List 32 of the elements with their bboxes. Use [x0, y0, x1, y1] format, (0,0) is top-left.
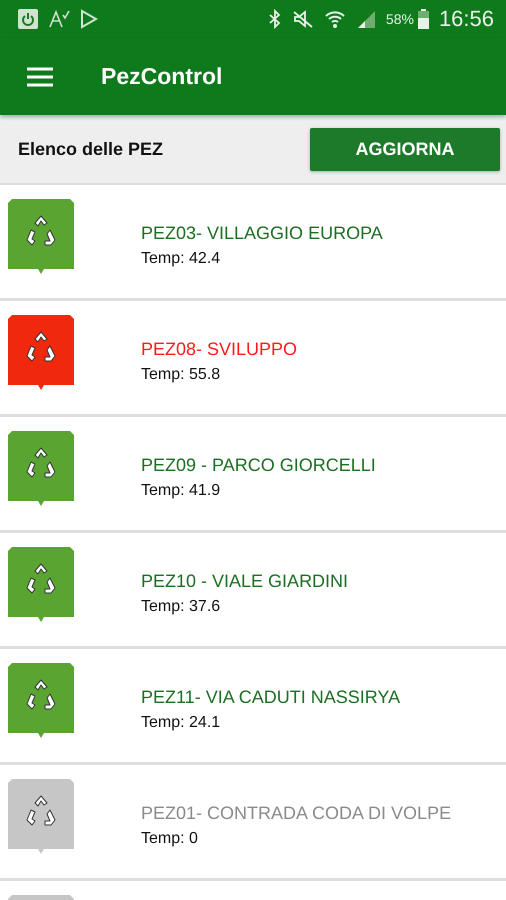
list-item[interactable]: PEZ11- VIA CADUTI NASSIRYA Temp: 24.1 [0, 649, 506, 765]
bluetooth-icon [268, 9, 282, 29]
mute-icon [292, 9, 314, 29]
temperature-text: Temp: 41.9 [141, 482, 222, 500]
play-store-icon [80, 9, 98, 29]
list-item[interactable]: PEZ10 - VIALE GIARDINI Temp: 37.6 [0, 533, 506, 649]
wifi-icon [324, 9, 346, 29]
station-name: PEZ03- VILLAGGIO EUROPA [141, 223, 383, 244]
list-item[interactable]: PEZ09 - PARCO GIORCELLI Temp: 41.9 [0, 417, 506, 533]
refresh-button[interactable]: AGGIORNA [310, 128, 500, 170]
temperature-text: Temp: 42.4 [141, 250, 222, 268]
temperature-text: Temp: 24.1 [141, 714, 222, 732]
list-item[interactable]: PEZ08- SVILUPPO Temp: 55.8 [0, 301, 506, 417]
temperature-text: Temp: 37.6 [141, 598, 222, 616]
station-name: PEZ09 - PARCO GIORCELLI [141, 455, 376, 476]
menu-icon[interactable] [27, 66, 53, 86]
power-icon [18, 9, 38, 29]
station-name: PEZ10 - VIALE GIARDINI [141, 571, 348, 592]
list-title: Elenco delle PEZ [18, 138, 164, 160]
list-item[interactable]: PEZ03- VILLAGGIO EUROPA Temp: 42.4 [0, 185, 506, 301]
temperature-text: Temp: 0 [141, 830, 199, 848]
battery-percent: 58% [386, 11, 414, 27]
list-item[interactable]: PEZ01- CONTRADA CODA DI VOLPE Temp: 0 [0, 765, 506, 881]
signal-icon [356, 9, 376, 29]
clock-time: 16:56 [438, 6, 494, 32]
app-title: PezControl [101, 63, 222, 90]
station-name: PEZ01- CONTRADA CODA DI VOLPE [141, 803, 452, 824]
station-name: PEZ08- SVILUPPO [141, 339, 298, 360]
font-check-icon [48, 9, 70, 29]
station-name: PEZ11- VIA CADUTI NASSIRYA [141, 687, 400, 708]
temperature-text: Temp: 55.8 [141, 366, 222, 384]
battery-icon [418, 9, 429, 29]
